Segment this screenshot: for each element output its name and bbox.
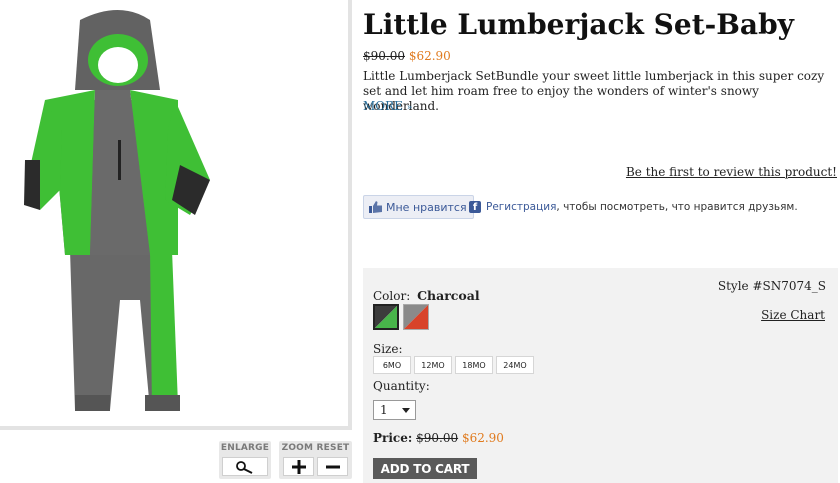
quantity-value: 1 bbox=[380, 403, 388, 417]
zoom-control: ZOOM RESET bbox=[279, 441, 352, 479]
facebook-icon: f bbox=[469, 201, 481, 213]
zoom-label: ZOOM bbox=[281, 443, 314, 453]
sale-price: $62.90 bbox=[408, 49, 451, 63]
color-row: Color: Charcoal bbox=[373, 288, 480, 303]
zoom-reset-label: ZOOM RESET bbox=[279, 443, 352, 453]
old-price: $90.00 bbox=[363, 49, 405, 63]
enlarge-button[interactable] bbox=[222, 457, 268, 476]
magnifier-icon bbox=[236, 460, 253, 474]
add-to-cart-button[interactable]: ADD TO CART bbox=[373, 458, 477, 479]
old-price: $90.00 bbox=[416, 431, 459, 445]
size-option[interactable]: 6MO bbox=[373, 356, 411, 374]
swatch-grey-red[interactable] bbox=[403, 304, 429, 330]
thumbs-up-icon bbox=[369, 201, 382, 213]
swatch-charcoal[interactable] bbox=[373, 304, 399, 330]
zoom-in-button[interactable] bbox=[283, 457, 314, 476]
facebook-prompt: f Регистрация , чтобы посмотреть, что нр… bbox=[469, 201, 798, 213]
more-label: MORE bbox=[363, 99, 403, 113]
reset-label: RESET bbox=[316, 443, 350, 453]
product-description: Little Lumberjack SetBundle your sweet l… bbox=[363, 69, 825, 113]
color-label: Color: bbox=[373, 289, 411, 303]
product-image[interactable] bbox=[0, 0, 348, 426]
price-line: $90.00 $62.90 bbox=[363, 49, 451, 63]
style-number: Style #SN7074_S bbox=[717, 279, 826, 293]
zoom-out-button[interactable] bbox=[317, 457, 348, 476]
size-label: Size: bbox=[373, 342, 403, 356]
size-option[interactable]: 12MO bbox=[414, 356, 452, 374]
selected-color: Charcoal bbox=[417, 288, 480, 303]
product-image-panel bbox=[0, 0, 352, 430]
facebook-register-link[interactable]: Регистрация bbox=[486, 201, 556, 213]
product-options: Style #SN7074_S Size Chart Color: Charco… bbox=[363, 268, 838, 483]
enlarge-control: ENLARGE bbox=[219, 441, 271, 479]
quantity-label: Quantity: bbox=[373, 379, 430, 393]
facebook-prompt-text: , чтобы посмотреть, что нравится друзьям… bbox=[556, 201, 798, 213]
like-label: Мне нравится bbox=[386, 200, 467, 214]
minus-icon bbox=[325, 465, 340, 468]
more-link[interactable]: MORE » bbox=[363, 99, 412, 113]
plus-icon bbox=[291, 459, 306, 474]
size-chart-link[interactable]: Size Chart bbox=[761, 308, 825, 322]
size-option[interactable]: 18MO bbox=[455, 356, 493, 374]
chevron-down-icon bbox=[402, 408, 410, 413]
size-option[interactable]: 24MO bbox=[496, 356, 534, 374]
product-title: Little Lumberjack Set-Baby bbox=[363, 8, 794, 41]
chevron-double-down-icon: » bbox=[406, 103, 413, 113]
price-summary: Price: $90.00 $62.90 bbox=[373, 431, 504, 445]
review-link[interactable]: Be the first to review this product! bbox=[626, 165, 837, 179]
enlarge-label: ENLARGE bbox=[220, 443, 270, 453]
price-label: Price: bbox=[373, 431, 413, 445]
facebook-like-button[interactable]: Мне нравится bbox=[363, 195, 474, 219]
sale-price: $62.90 bbox=[461, 431, 504, 445]
quantity-select[interactable]: 1 bbox=[373, 400, 416, 420]
